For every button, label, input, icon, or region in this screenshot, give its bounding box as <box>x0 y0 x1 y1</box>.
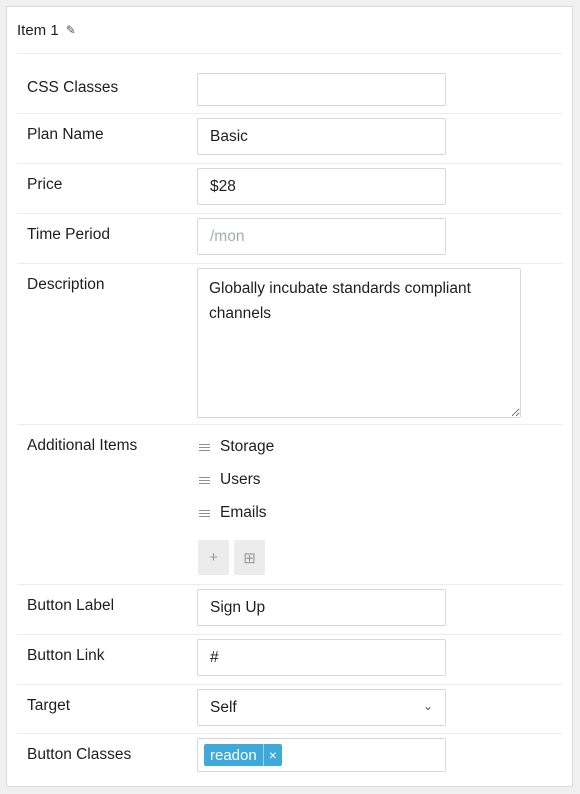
row-button-classes: Button Classes readon × <box>17 733 562 783</box>
button-link-input[interactable] <box>197 639 446 676</box>
description-label: Description <box>27 276 105 293</box>
button-label-input[interactable] <box>197 589 446 626</box>
pencil-icon[interactable]: ✎ <box>66 23 76 37</box>
button-classes-tag-input[interactable]: readon × <box>197 738 446 772</box>
panel-title: Item 1 <box>17 21 59 39</box>
button-classes-label: Button Classes <box>27 746 132 763</box>
css-classes-input[interactable] <box>197 73 446 106</box>
item-panel: Item 1 ✎ CSS Classes Plan Name Price Tim… <box>6 6 573 787</box>
plan-name-label: Plan Name <box>27 126 104 143</box>
row-css-classes: CSS Classes <box>17 65 562 114</box>
row-price: Price <box>17 163 562 214</box>
row-time-period: Time Period <box>17 213 562 264</box>
time-period-input[interactable] <box>197 218 446 255</box>
additional-items-label: Additional Items <box>27 437 138 454</box>
css-classes-label: CSS Classes <box>27 79 119 96</box>
time-period-label: Time Period <box>27 226 110 243</box>
list-item-label: Storage <box>220 438 275 455</box>
row-plan-name: Plan Name <box>17 113 562 164</box>
list-item[interactable]: Emails <box>199 504 267 522</box>
price-input[interactable] <box>197 168 446 205</box>
target-label: Target <box>27 697 71 714</box>
list-item-label: Users <box>220 471 261 488</box>
list-item[interactable]: Storage <box>199 438 274 456</box>
button-label-label: Button Label <box>27 597 115 614</box>
plus-icon: + <box>209 549 218 566</box>
target-selected-value: Self <box>210 698 237 716</box>
button-link-label: Button Link <box>27 647 105 664</box>
bulk-add-button[interactable]: ⊞ <box>234 540 265 575</box>
list-item-label: Emails <box>220 504 267 521</box>
add-item-button[interactable]: + <box>198 540 229 575</box>
row-description: Description Globally incubate standards … <box>17 263 562 425</box>
target-select[interactable]: Self ⌄ <box>197 689 446 726</box>
price-label: Price <box>27 176 63 193</box>
list-item[interactable]: Users <box>199 471 260 489</box>
tag-label: readon <box>210 746 257 764</box>
row-target: Target Self ⌄ <box>17 684 562 734</box>
drag-handle-icon[interactable] <box>199 509 210 517</box>
close-icon[interactable]: × <box>262 744 282 766</box>
panel-header: Item 1 ✎ <box>17 7 562 54</box>
chevron-down-icon: ⌄ <box>422 699 433 713</box>
drag-handle-icon[interactable] <box>199 476 210 484</box>
tag-chip: readon × <box>204 744 282 766</box>
drag-handle-icon[interactable] <box>199 443 210 451</box>
description-textarea[interactable]: Globally incubate standards compliant ch… <box>197 268 521 418</box>
row-button-link: Button Link <box>17 634 562 685</box>
grid-icon: ⊞ <box>243 549 256 567</box>
plan-name-input[interactable] <box>197 118 446 155</box>
row-additional-items: Additional Items Storage Users Emails + … <box>17 424 562 585</box>
row-button-label: Button Label <box>17 584 562 635</box>
